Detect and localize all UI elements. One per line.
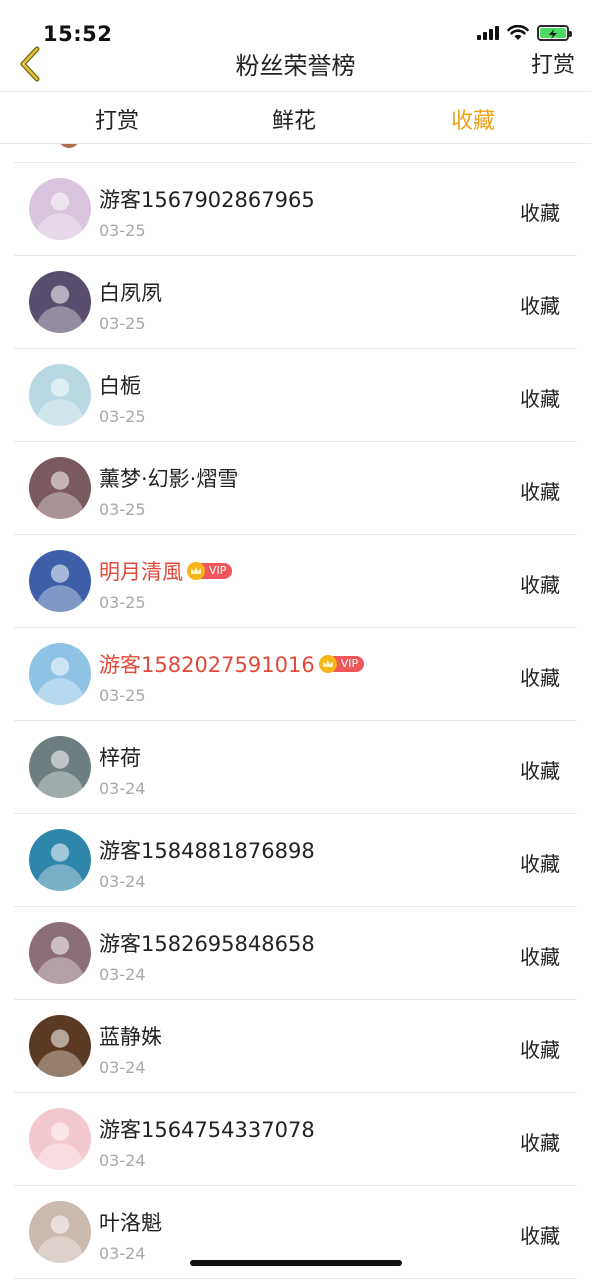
favorite-date: 03-24 bbox=[99, 1244, 146, 1263]
home-indicator[interactable] bbox=[190, 1260, 402, 1266]
status-bar: 15:52 bbox=[0, 0, 591, 46]
status-icons bbox=[477, 25, 572, 41]
vip-badge: VIP bbox=[318, 655, 365, 673]
favorite-date: 03-24 bbox=[99, 1151, 146, 1170]
action-label: 收藏 bbox=[520, 666, 560, 690]
user-name: 游客1582695848658 bbox=[99, 932, 315, 956]
list-item bbox=[14, 144, 577, 163]
action-label: 收藏 bbox=[520, 1038, 560, 1062]
avatar[interactable] bbox=[29, 178, 91, 240]
list-item[interactable]: 游客1584881876898 03-24 收藏 bbox=[14, 814, 577, 907]
tab-flowers[interactable]: 鲜花 bbox=[234, 103, 354, 135]
user-name: 薰梦·幻影·熠雪 bbox=[99, 467, 239, 491]
user-name: 白栀 bbox=[99, 374, 141, 398]
user-name: 游客1564754337078 bbox=[99, 1118, 315, 1142]
favorite-date: 03-24 bbox=[99, 779, 146, 798]
battery-charging-icon bbox=[540, 28, 566, 39]
name-line: 游客1567902867965 bbox=[99, 184, 315, 214]
action-label: 收藏 bbox=[520, 573, 560, 597]
avatar[interactable] bbox=[29, 736, 91, 798]
name-line: 明月清風 VIP bbox=[99, 556, 233, 586]
favorite-date: 03-24 bbox=[99, 872, 146, 891]
name-line: 梓荷 bbox=[99, 742, 141, 772]
vip-label: VIP bbox=[332, 656, 365, 672]
avatar[interactable] bbox=[29, 550, 91, 612]
list-item[interactable]: 蓝静姝 03-24 收藏 bbox=[14, 1000, 577, 1093]
user-name: 蓝静姝 bbox=[99, 1025, 162, 1049]
list-item[interactable]: 游客1567902867965 03-25 收藏 bbox=[14, 163, 577, 256]
navigation-bar: 粉丝荣誉榜 打赏 bbox=[0, 44, 591, 92]
avatar[interactable] bbox=[29, 922, 91, 984]
list-item[interactable]: 白夙夙 03-25 收藏 bbox=[14, 256, 577, 349]
list-item[interactable]: 明月清風 VIP 03-25 收藏 bbox=[14, 535, 577, 628]
action-label: 收藏 bbox=[520, 1131, 560, 1155]
wifi-icon bbox=[507, 25, 529, 40]
action-label: 收藏 bbox=[520, 1224, 560, 1248]
user-name: 游客1582027591016 bbox=[99, 653, 315, 677]
name-line: 叶洛魁 bbox=[99, 1207, 162, 1237]
list-item[interactable]: 白栀 03-25 收藏 bbox=[14, 349, 577, 442]
avatar[interactable] bbox=[29, 271, 91, 333]
action-label: 收藏 bbox=[520, 480, 560, 504]
tab-reward[interactable]: 打赏 bbox=[57, 103, 177, 135]
name-line: 游客1582695848658 bbox=[99, 928, 315, 958]
list-item[interactable]: 梓荷 03-24 收藏 bbox=[14, 721, 577, 814]
name-line: 白夙夙 bbox=[99, 277, 162, 307]
avatar[interactable] bbox=[29, 364, 91, 426]
name-line: 游客1582027591016 VIP bbox=[99, 649, 365, 679]
page-title: 粉丝荣誉榜 bbox=[235, 52, 356, 80]
favorite-date: 03-25 bbox=[99, 593, 146, 612]
list-item[interactable]: 游客1582695848658 03-24 收藏 bbox=[14, 907, 577, 1000]
action-label: 收藏 bbox=[520, 759, 560, 783]
avatar bbox=[58, 144, 80, 148]
name-line: 白栀 bbox=[99, 370, 141, 400]
action-label: 收藏 bbox=[520, 294, 560, 318]
avatar[interactable] bbox=[29, 643, 91, 705]
user-name: 游客1567902867965 bbox=[99, 188, 315, 212]
status-time: 15:52 bbox=[43, 22, 113, 46]
name-line: 游客1564754337078 bbox=[99, 1114, 315, 1144]
vip-badge: VIP bbox=[187, 562, 233, 580]
user-name: 游客1584881876898 bbox=[99, 839, 315, 863]
user-name: 叶洛魁 bbox=[99, 1211, 162, 1235]
name-line: 薰梦·幻影·熠雪 bbox=[99, 463, 238, 493]
action-label: 收藏 bbox=[520, 201, 560, 225]
favorite-date: 03-24 bbox=[99, 965, 146, 984]
cellular-signal-icon bbox=[477, 26, 499, 40]
favorite-date: 03-25 bbox=[99, 314, 146, 333]
avatar[interactable] bbox=[29, 829, 91, 891]
battery-icon bbox=[537, 25, 572, 41]
tab-favorites[interactable]: 收藏 bbox=[413, 103, 533, 135]
action-label: 收藏 bbox=[520, 945, 560, 969]
favorite-date: 03-25 bbox=[99, 500, 146, 519]
favorite-date: 03-25 bbox=[99, 221, 146, 240]
user-name: 明月清風 bbox=[99, 560, 183, 584]
avatar[interactable] bbox=[29, 457, 91, 519]
list-item[interactable]: 游客1564754337078 03-24 收藏 bbox=[14, 1093, 577, 1186]
action-label: 收藏 bbox=[520, 852, 560, 876]
crown-icon bbox=[187, 562, 205, 580]
avatar[interactable] bbox=[29, 1201, 91, 1263]
vip-label: VIP bbox=[201, 563, 233, 579]
action-label: 收藏 bbox=[520, 387, 560, 411]
favorite-date: 03-25 bbox=[99, 686, 146, 705]
reward-button[interactable]: 打赏 bbox=[531, 47, 575, 79]
tab-bar: 打赏 鲜花 收藏 bbox=[0, 91, 591, 144]
name-line: 蓝静姝 bbox=[99, 1021, 162, 1051]
list-item[interactable]: 游客1582027591016 VIP 03-25 收藏 bbox=[14, 628, 577, 721]
crown-icon bbox=[318, 655, 337, 673]
user-name: 梓荷 bbox=[99, 746, 141, 770]
user-name: 白夙夙 bbox=[99, 281, 162, 305]
name-line: 游客1584881876898 bbox=[99, 835, 315, 865]
list-item[interactable]: 薰梦·幻影·熠雪 03-25 收藏 bbox=[14, 442, 577, 535]
favorite-date: 03-25 bbox=[99, 407, 146, 426]
avatar[interactable] bbox=[29, 1108, 91, 1170]
favorite-date: 03-24 bbox=[99, 1058, 146, 1077]
fan-list[interactable]: 游客1567902867965 03-25 收藏 白夙夙 03-25 收藏 白栀 03-25 收… bbox=[0, 144, 591, 1280]
avatar[interactable] bbox=[29, 1015, 91, 1077]
